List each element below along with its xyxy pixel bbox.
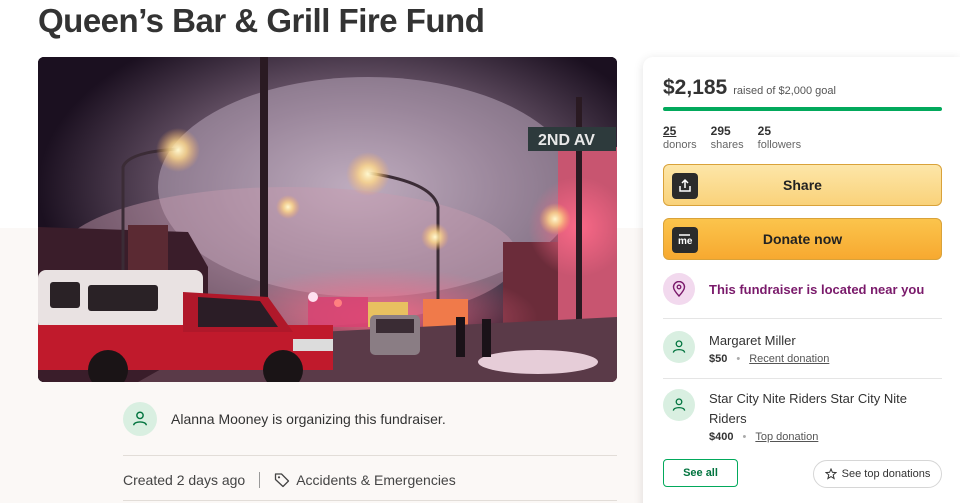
donor-name: Star City Nite Riders Star City Nite Rid…: [709, 391, 907, 426]
stat-shares: 295 shares: [711, 124, 744, 152]
stat-donors[interactable]: 25 donors: [663, 124, 697, 152]
dot-separator: •: [742, 431, 747, 443]
page-title: Queen’s Bar & Grill Fire Fund: [38, 2, 485, 39]
organizer-text: Alanna Mooney is organizing this fundrai…: [171, 411, 446, 427]
section-divider: [123, 455, 617, 456]
share-label: Share: [783, 177, 822, 193]
street-sign: 2ND AV: [538, 132, 595, 149]
donation-item: Margaret Miller $50 • Recent donation: [663, 331, 934, 365]
svg-text:me: me: [678, 236, 693, 247]
card-divider: [663, 318, 942, 319]
card-divider: [663, 378, 942, 379]
organizer-avatar: [123, 402, 157, 436]
section-divider: [123, 500, 617, 501]
donor-avatar: [663, 331, 695, 363]
progress-bar: [663, 107, 942, 111]
stat-label: shares: [710, 139, 744, 151]
organizer-row: Alanna Mooney is organizing this fundrai…: [123, 402, 446, 436]
tag-icon: [274, 472, 290, 488]
stat-followers: 25 followers: [758, 124, 801, 152]
created-date: Created 2 days ago: [123, 472, 246, 488]
donate-now-button[interactable]: me Donate now: [663, 218, 942, 260]
user-heart-icon: [672, 340, 686, 353]
donor-name: Margaret Miller: [709, 333, 796, 348]
goal-text: raised of $2,000 goal: [733, 85, 836, 97]
donate-label: Donate now: [762, 231, 843, 247]
meta-separator: [259, 472, 261, 488]
location-notice: This fundraiser is located near you: [663, 273, 924, 305]
stat-value: 25: [757, 124, 772, 138]
donation-card: $2,185 raised of $2,000 goal 25 donors 2…: [643, 57, 960, 503]
stat-label: donors: [663, 139, 697, 151]
donation-amount: $400: [709, 431, 734, 443]
raised-summary: $2,185 raised of $2,000 goal: [663, 76, 836, 100]
user-heart-icon: [132, 411, 148, 426]
stat-label: followers: [757, 139, 802, 151]
progress-fill: [663, 107, 942, 111]
fire-scene-illustration: 2ND AV: [38, 57, 617, 382]
stats-row: 25 donors 295 shares 25 followers: [663, 124, 801, 152]
top-donation-link[interactable]: Top donation: [755, 431, 818, 443]
stat-value: 295: [710, 124, 731, 138]
donor-avatar: [663, 389, 695, 421]
recent-donation-link[interactable]: Recent donation: [749, 353, 829, 365]
dot-separator: •: [736, 353, 741, 365]
hero-image[interactable]: 2ND AV: [38, 57, 617, 382]
donation-item: Star City Nite Riders Star City Nite Rid…: [663, 389, 934, 443]
see-top-donations-button[interactable]: See top donations: [813, 460, 942, 488]
share-upload-icon: [672, 173, 698, 199]
gofundme-logo-icon: me: [672, 227, 698, 253]
donation-amount: $50: [709, 353, 728, 365]
stat-value: 25: [663, 124, 677, 138]
category-link[interactable]: Accidents & Emergencies: [296, 472, 456, 488]
star-outline-icon: [824, 468, 837, 480]
user-heart-icon: [672, 398, 686, 411]
raised-amount: $2,185: [663, 76, 728, 99]
share-button[interactable]: Share: [663, 164, 942, 206]
fundraiser-meta: Created 2 days ago Accidents & Emergenci…: [123, 470, 456, 490]
location-text: This fundraiser is located near you: [709, 281, 925, 297]
map-pin-icon: [663, 273, 695, 305]
see-all-button[interactable]: See all: [663, 459, 738, 487]
see-top-label: See top donations: [841, 468, 931, 480]
